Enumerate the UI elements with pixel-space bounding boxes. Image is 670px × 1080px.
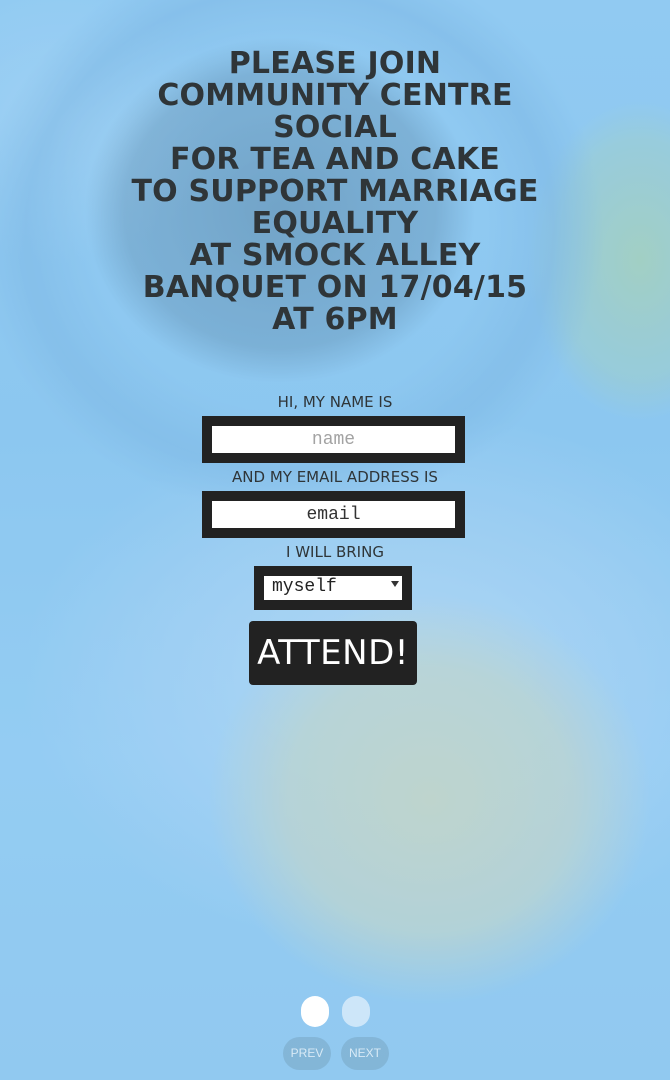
bring-label: I WILL BRING <box>286 543 384 561</box>
headline-line: SOCIAL <box>273 110 397 145</box>
page-dot-2[interactable] <box>342 996 370 1027</box>
email-field-frame <box>202 491 465 538</box>
invitation-headline: PLEASE JOIN COMMUNITY CENTRE SOCIAL FOR … <box>0 48 670 336</box>
bring-select-value: myself <box>272 577 337 597</box>
chevron-down-icon <box>391 581 399 587</box>
name-field-frame <box>202 416 465 463</box>
headline-line: TO SUPPORT MARRIAGE <box>131 174 539 209</box>
bring-select[interactable]: myself <box>264 576 402 600</box>
headline-line: AT SMOCK ALLEY <box>189 238 481 273</box>
headline-line: COMMUNITY CENTRE <box>157 78 513 113</box>
page-dot-1[interactable] <box>301 996 329 1027</box>
email-label: AND MY EMAIL ADDRESS IS <box>232 468 438 486</box>
name-input[interactable] <box>212 426 455 453</box>
headline-line: AT 6PM <box>272 302 398 337</box>
headline-line: BANQUET ON 17/04/15 <box>142 270 528 305</box>
email-input[interactable] <box>212 501 455 528</box>
name-label: HI, MY NAME IS <box>277 393 393 411</box>
headline-line: FOR TEA AND CAKE <box>169 142 500 177</box>
prev-button[interactable]: PREV <box>283 1037 331 1070</box>
attend-button[interactable]: ATTEND! <box>249 621 417 685</box>
headline-line: PLEASE JOIN <box>228 46 442 81</box>
bring-select-frame: myself <box>254 566 412 610</box>
headline-line: EQUALITY <box>251 206 419 241</box>
next-button[interactable]: NEXT <box>341 1037 389 1070</box>
